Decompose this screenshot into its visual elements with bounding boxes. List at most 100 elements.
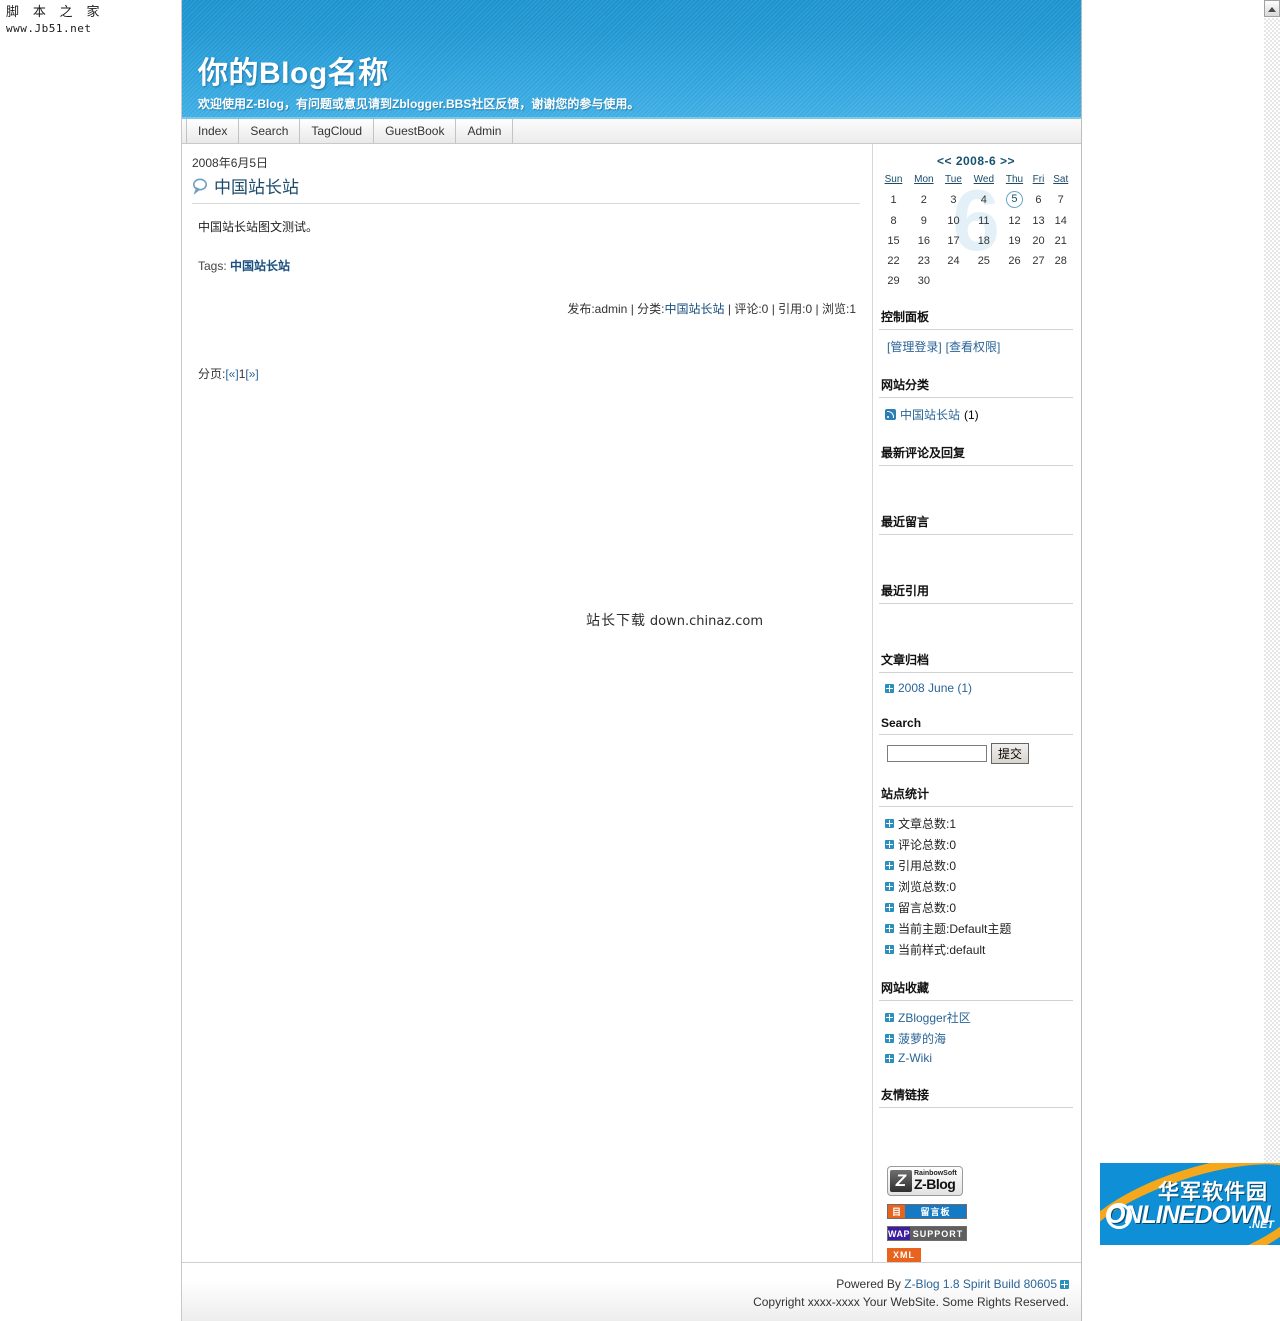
pagination-prev[interactable]: [«] [225, 367, 238, 381]
nav-tab-admin[interactable]: Admin [456, 119, 514, 143]
nav-tab-search[interactable]: Search [239, 119, 301, 143]
search-input[interactable] [887, 745, 987, 762]
archive-item[interactable]: 2008 June (1) [885, 679, 1071, 697]
pagination-next[interactable]: [»] [245, 367, 258, 381]
xml-feed-badge[interactable]: XML [887, 1248, 921, 1262]
post-meta-category-link[interactable]: 中国站长站 [665, 302, 725, 316]
favorite-item[interactable]: 菠萝的海 [885, 1028, 1071, 1049]
calendar-day [940, 271, 968, 291]
widget-control-panel-heading: 控制面板 [879, 305, 1073, 330]
widget-statistics: 站点统计 文章总数:1 评论总数:0 引用总数:0 浏览总数:0 留言总数:0 … [879, 782, 1073, 964]
search-submit-button[interactable]: 提交 [991, 743, 1030, 764]
watermark-chinaz-cn: 站长下载 [586, 612, 646, 628]
widget-friendlinks-body [879, 1108, 1073, 1140]
site-title: 你的Blog名称 [198, 57, 389, 90]
watermark-onlinedown: 华军软件园 ONLINEDOWN .NET [1100, 1163, 1280, 1245]
calendar-day: 1 [890, 193, 897, 206]
nav-tab-guestbook[interactable]: GuestBook [374, 119, 457, 143]
guestbook-badge-label: 留言板 [905, 1205, 966, 1218]
calendar-weekday-tue: Tue [945, 174, 962, 185]
plus-icon [1060, 1280, 1069, 1289]
plus-icon [885, 1053, 894, 1063]
statistic-item-label: 当前主题:Default主题 [898, 922, 1012, 936]
nav-tab-tagcloud[interactable]: TagCloud [300, 119, 375, 143]
onlinedown-circle-icon [1106, 1203, 1132, 1229]
admin-login-link[interactable]: [管理登录] [887, 340, 942, 354]
widget-categories-heading: 网站分类 [879, 373, 1073, 398]
widget-control-panel: 控制面板 [管理登录] [查看权限] [879, 305, 1073, 361]
calendar-day: 17 [947, 235, 960, 247]
footer-copyright: Copyright xxxx-xxxx Your WebSite. Some R… [753, 1295, 1069, 1309]
post-tags-label: Tags: [198, 259, 227, 273]
favorite-item[interactable]: ZBlogger社区 [885, 1007, 1071, 1028]
calendar-weekday-sat: Sat [1053, 174, 1069, 185]
plus-icon [885, 924, 894, 933]
calendar-day: 11 [978, 215, 990, 227]
post-meta-sep-1: | [630, 302, 634, 316]
calendar-prev-month[interactable]: << [937, 154, 952, 168]
sidebar-badges: Z RainbowSoft Z-Blog 目 留言板 WAP SUPPORT X… [879, 1152, 1073, 1262]
calendar-day: 3 [950, 193, 957, 206]
widget-recent-comments-body [879, 466, 1073, 498]
statistic-item-label: 文章总数:1 [898, 817, 957, 831]
nav-tab-search-label: Search [250, 124, 289, 138]
calendar-day: 13 [1032, 215, 1045, 227]
category-item-label[interactable]: 中国站长站 [900, 406, 960, 423]
calendar-day: 30 [917, 275, 930, 287]
calendar-weekday-sun: Sun [884, 174, 903, 185]
wap-support-badge[interactable]: WAP SUPPORT [887, 1226, 967, 1241]
scrollbar-track[interactable] [1264, 18, 1280, 1227]
widget-favorites-body: ZBlogger社区 菠萝的海 Z-Wiki [879, 1001, 1073, 1071]
favorite-item[interactable]: Z-Wiki [885, 1049, 1071, 1067]
calendar-day: 20 [1032, 235, 1045, 247]
calendar-next-month[interactable]: >> [1000, 154, 1015, 168]
nav-tab-index[interactable]: Index [186, 119, 240, 143]
zblog-badge[interactable]: Z RainbowSoft Z-Blog [887, 1166, 963, 1196]
calendar-day: 26 [1008, 255, 1021, 267]
post-tags: Tags: 中国站长站 [192, 235, 860, 274]
archive-item-label[interactable]: 2008 June (1) [898, 681, 972, 695]
widget-recent-guestbook-body [879, 535, 1073, 567]
calendar-day: 16 [917, 235, 930, 247]
statistic-item: 当前样式:default [885, 939, 1071, 960]
chevron-up-icon [1268, 6, 1276, 12]
post-tag-link[interactable]: 中国站长站 [230, 259, 290, 273]
scrollbar-up-button[interactable] [1264, 0, 1280, 17]
post-meta: 发布:admin | 分类:中国站长站 | 评论:0 | 引用:0 | 浏览:1 [192, 274, 860, 317]
browser-scrollbar[interactable] [1263, 0, 1280, 1245]
nav-tab-guestbook-label: GuestBook [385, 124, 445, 138]
plus-icon [885, 840, 894, 849]
guestbook-badge[interactable]: 目 留言板 [887, 1204, 967, 1219]
widget-friendlinks-heading: 友情链接 [879, 1083, 1073, 1108]
category-item[interactable]: 中国站长站 (1) [885, 404, 1071, 425]
calendar-week-row: 8 9 10 11 12 13 14 [879, 211, 1073, 231]
statistic-item: 当前主题:Default主题 [885, 918, 1071, 939]
post-date: 2008年6月5日 [192, 156, 269, 170]
calendar-day: 18 [977, 235, 990, 247]
calendar-day: 6 [1035, 193, 1042, 206]
calendar-day: 28 [1054, 255, 1067, 267]
calendar-weekday-thu: Thu [1005, 174, 1024, 185]
post-meta-author: admin [594, 302, 628, 316]
post-meta-sep-4: | [815, 302, 819, 316]
search-form: 提交 [879, 735, 1073, 770]
calendar-day: 19 [1008, 235, 1021, 247]
calendar-day: 15 [887, 235, 900, 247]
post-title[interactable]: 中国站长站 [192, 173, 860, 204]
favorite-item-label[interactable]: 菠萝的海 [898, 1030, 946, 1047]
page-container: 你的Blog名称 欢迎使用Z-Blog，有问题或意见请到Zblogger.BBS… [181, 0, 1082, 1321]
main-navigation: Index Search TagCloud GuestBook Admin [182, 119, 1081, 144]
footer-zblog-link[interactable]: Z-Blog 1.8 Spirit Build 80605 [904, 1277, 1057, 1291]
favorite-item-label[interactable]: Z-Wiki [898, 1051, 932, 1065]
calendar-weekday-mon: Mon [914, 174, 934, 185]
pagination: 分页:[«]1[»] [192, 317, 860, 382]
calendar-day-today[interactable]: 5 [1000, 188, 1028, 211]
calendar-header: << 2008-6 >> [879, 154, 1073, 173]
calendar-day: 8 [890, 215, 897, 227]
calendar-day: 27 [1032, 255, 1045, 267]
favorite-item-label[interactable]: ZBlogger社区 [898, 1009, 971, 1026]
site-footer: Powered By Z-Blog 1.8 Spirit Build 80605… [182, 1262, 1081, 1321]
view-permission-link[interactable]: [查看权限] [946, 340, 1001, 354]
calendar-day: 22 [887, 255, 900, 267]
post-meta-category-label: 分类: [637, 302, 665, 316]
